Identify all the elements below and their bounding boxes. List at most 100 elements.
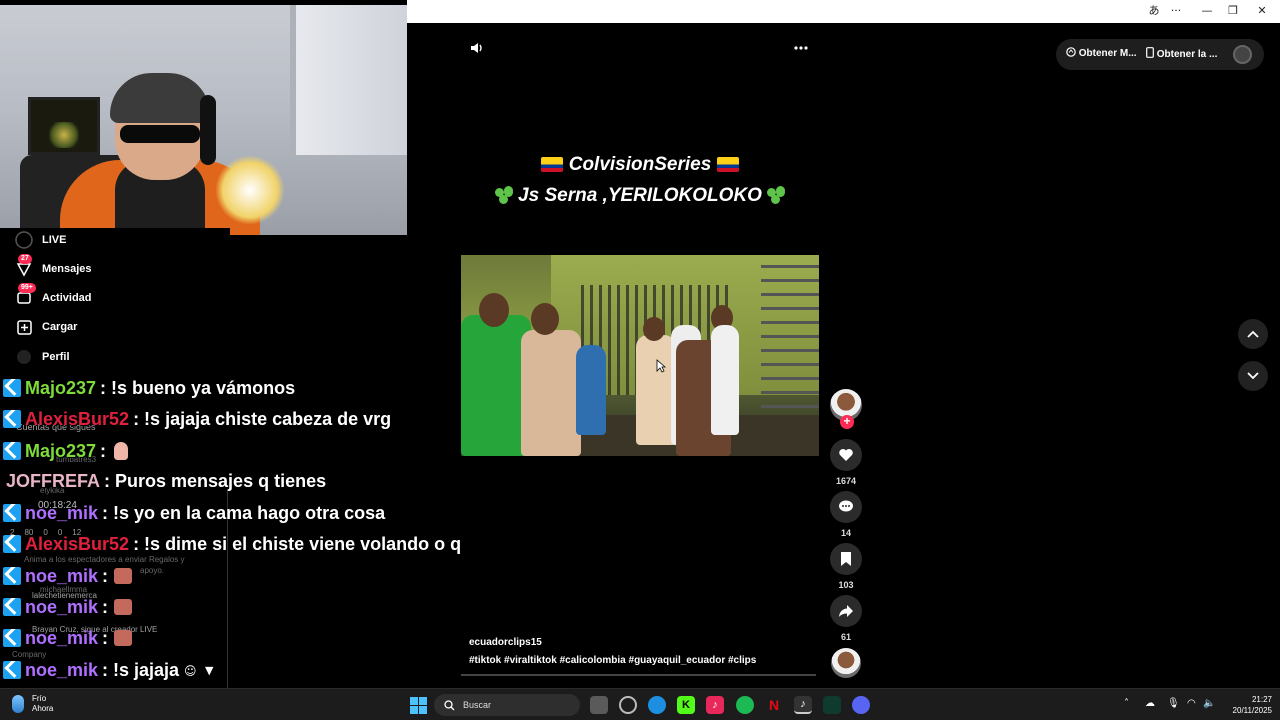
search-icon <box>444 699 455 710</box>
music-avatar[interactable] <box>831 648 861 678</box>
messages-badge: 27 <box>18 254 32 264</box>
bookmark-icon <box>841 552 851 566</box>
weather-widget[interactable]: Frío Ahora <box>12 694 53 714</box>
emote-icon <box>114 599 133 615</box>
chat-platform-icon <box>3 661 21 679</box>
maximize-button[interactable]: ❐ <box>1223 3 1243 19</box>
chevron-down-icon <box>1247 372 1259 380</box>
chat-platform-icon <box>3 410 21 428</box>
start-button[interactable] <box>410 697 427 714</box>
chat-username: noe_mik <box>25 627 99 648</box>
translate-icon[interactable]: あ <box>1144 3 1164 19</box>
live-hint-2: apoyo. <box>140 566 165 575</box>
taskbar: Frío Ahora Buscar K ♪ N ♪ ˄ ☁ 🎙 ◠ 🔈 21:2… <box>0 688 1280 720</box>
chat-message: Majo237 : !s bueno ya vámonos <box>3 375 295 401</box>
weather-title: Frío <box>32 694 47 703</box>
previous-video-button[interactable] <box>1238 319 1268 349</box>
browser-icon[interactable] <box>619 696 637 714</box>
chat-message: Majo237 : <box>3 438 129 464</box>
volume-tray-icon[interactable]: 🔈 <box>1203 698 1215 709</box>
comment-count: 14 <box>840 528 851 538</box>
like-button[interactable] <box>830 439 862 471</box>
webcam-window-bg <box>290 5 407 155</box>
chat-message: noe_mik : <box>3 563 133 589</box>
upload-icon <box>14 318 34 336</box>
clover-icon <box>494 186 513 204</box>
chat-message: noe_mik : <box>3 594 133 620</box>
video-hashtags[interactable]: #tiktok #viraltiktok #calicolombia #guay… <box>469 655 756 666</box>
save-button[interactable] <box>830 543 862 575</box>
tiktok-app-icon[interactable]: ♪ <box>706 696 724 714</box>
comment-icon <box>839 500 853 512</box>
chat-username: AlexisBur52 <box>25 408 130 429</box>
webcam-overlay <box>0 5 407 235</box>
weather-subtitle: Ahora <box>32 704 54 713</box>
clock[interactable]: 21:27 20/11/2025 <box>1222 694 1272 716</box>
kick-icon[interactable]: K <box>677 696 695 714</box>
video-title-line-1: ColvisionSeries <box>440 154 840 176</box>
user-avatar[interactable] <box>1233 45 1252 64</box>
sidebar-item-cargar[interactable]: Cargar <box>14 316 77 338</box>
minimize-button[interactable]: — <box>1197 3 1217 19</box>
taskbar-search[interactable]: Buscar <box>434 694 580 716</box>
comment-button[interactable] <box>830 491 862 523</box>
sidebar-item-label: LIVE <box>42 234 67 246</box>
follow-button[interactable]: + <box>840 415 854 429</box>
get-app-button-1[interactable]: Obtener M... <box>1066 47 1137 59</box>
terminal-icon[interactable] <box>823 696 841 714</box>
chat-username: noe_mik <box>25 596 99 617</box>
video-author[interactable]: ecuadorclips15 <box>469 637 542 648</box>
video-title-text: ColvisionSeries <box>568 154 712 175</box>
microphone-icon[interactable]: 🎙 <box>1167 698 1180 709</box>
tiktok-active-icon[interactable]: ♪ <box>794 696 812 714</box>
get-app-button-2[interactable]: Obtener la ... <box>1146 47 1217 60</box>
window-titlebar: あ ··· — ❐ ✕ <box>407 0 1280 23</box>
chat-username: noe_mik <box>25 502 99 523</box>
sidebar-item-actividad[interactable]: 99+ Actividad <box>14 283 92 309</box>
wifi-icon[interactable]: ◠ <box>1187 698 1196 709</box>
download-icon <box>1066 47 1076 57</box>
close-button[interactable]: ✕ <box>1252 3 1272 19</box>
chat-platform-icon <box>3 504 21 522</box>
chat-username: noe_mik <box>25 565 99 586</box>
chat-message: AlexisBur52 : !s jajaja chiste cabeza de… <box>3 406 391 432</box>
more-options-icon[interactable]: ··· <box>1166 3 1186 19</box>
activity-badge: 99+ <box>18 283 36 293</box>
discord-icon[interactable] <box>852 696 870 714</box>
sidebar-item-label: Mensajes <box>42 263 92 275</box>
onedrive-icon[interactable]: ☁ <box>1145 698 1155 709</box>
volume-icon[interactable] <box>469 40 485 60</box>
next-video-button[interactable] <box>1238 361 1268 391</box>
tray-chevron-icon[interactable]: ˄ <box>1124 698 1129 709</box>
share-count: 61 <box>840 632 851 642</box>
profile-icon <box>14 348 34 366</box>
clock-time: 21:27 <box>1251 695 1272 704</box>
save-count: 103 <box>838 580 854 590</box>
more-icon[interactable] <box>793 40 809 60</box>
sidebar-item-perfil[interactable]: Perfil <box>14 346 70 368</box>
sidebar-item-live[interactable]: LIVE <box>14 229 66 251</box>
colombia-flag-icon <box>541 157 564 172</box>
emote-icon <box>114 568 133 584</box>
video-subtitle-text: Js Serna ,YERILOKOLOKO <box>518 185 762 206</box>
sidebar-item-mensajes[interactable]: 27 Mensajes <box>14 254 92 280</box>
edge-icon[interactable] <box>648 696 666 714</box>
clover-icon <box>767 186 786 204</box>
spotify-icon[interactable] <box>736 696 754 714</box>
chat-text: : !s jajaja <box>102 659 180 680</box>
filter-icon[interactable]: ▼ <box>205 664 213 677</box>
chat-text: : !s bueno ya vámonos <box>100 377 296 398</box>
chevron-up-icon <box>1247 330 1259 338</box>
chat-platform-icon <box>3 598 21 616</box>
chat-username: JOFFREFA <box>6 470 101 491</box>
like-count: 1674 <box>835 476 857 486</box>
video-frame[interactable] <box>461 255 819 456</box>
netflix-icon[interactable]: N <box>765 696 783 714</box>
chat-message: noe_mik : !s yo en la cama hago otra cos… <box>3 500 385 526</box>
emoji-icon[interactable]: ☺ <box>184 664 197 678</box>
video-progress-bar[interactable] <box>461 674 816 676</box>
heart-icon <box>839 449 853 461</box>
thermometer-icon <box>12 695 24 713</box>
task-view-icon[interactable] <box>590 696 608 714</box>
share-button[interactable] <box>830 595 862 627</box>
